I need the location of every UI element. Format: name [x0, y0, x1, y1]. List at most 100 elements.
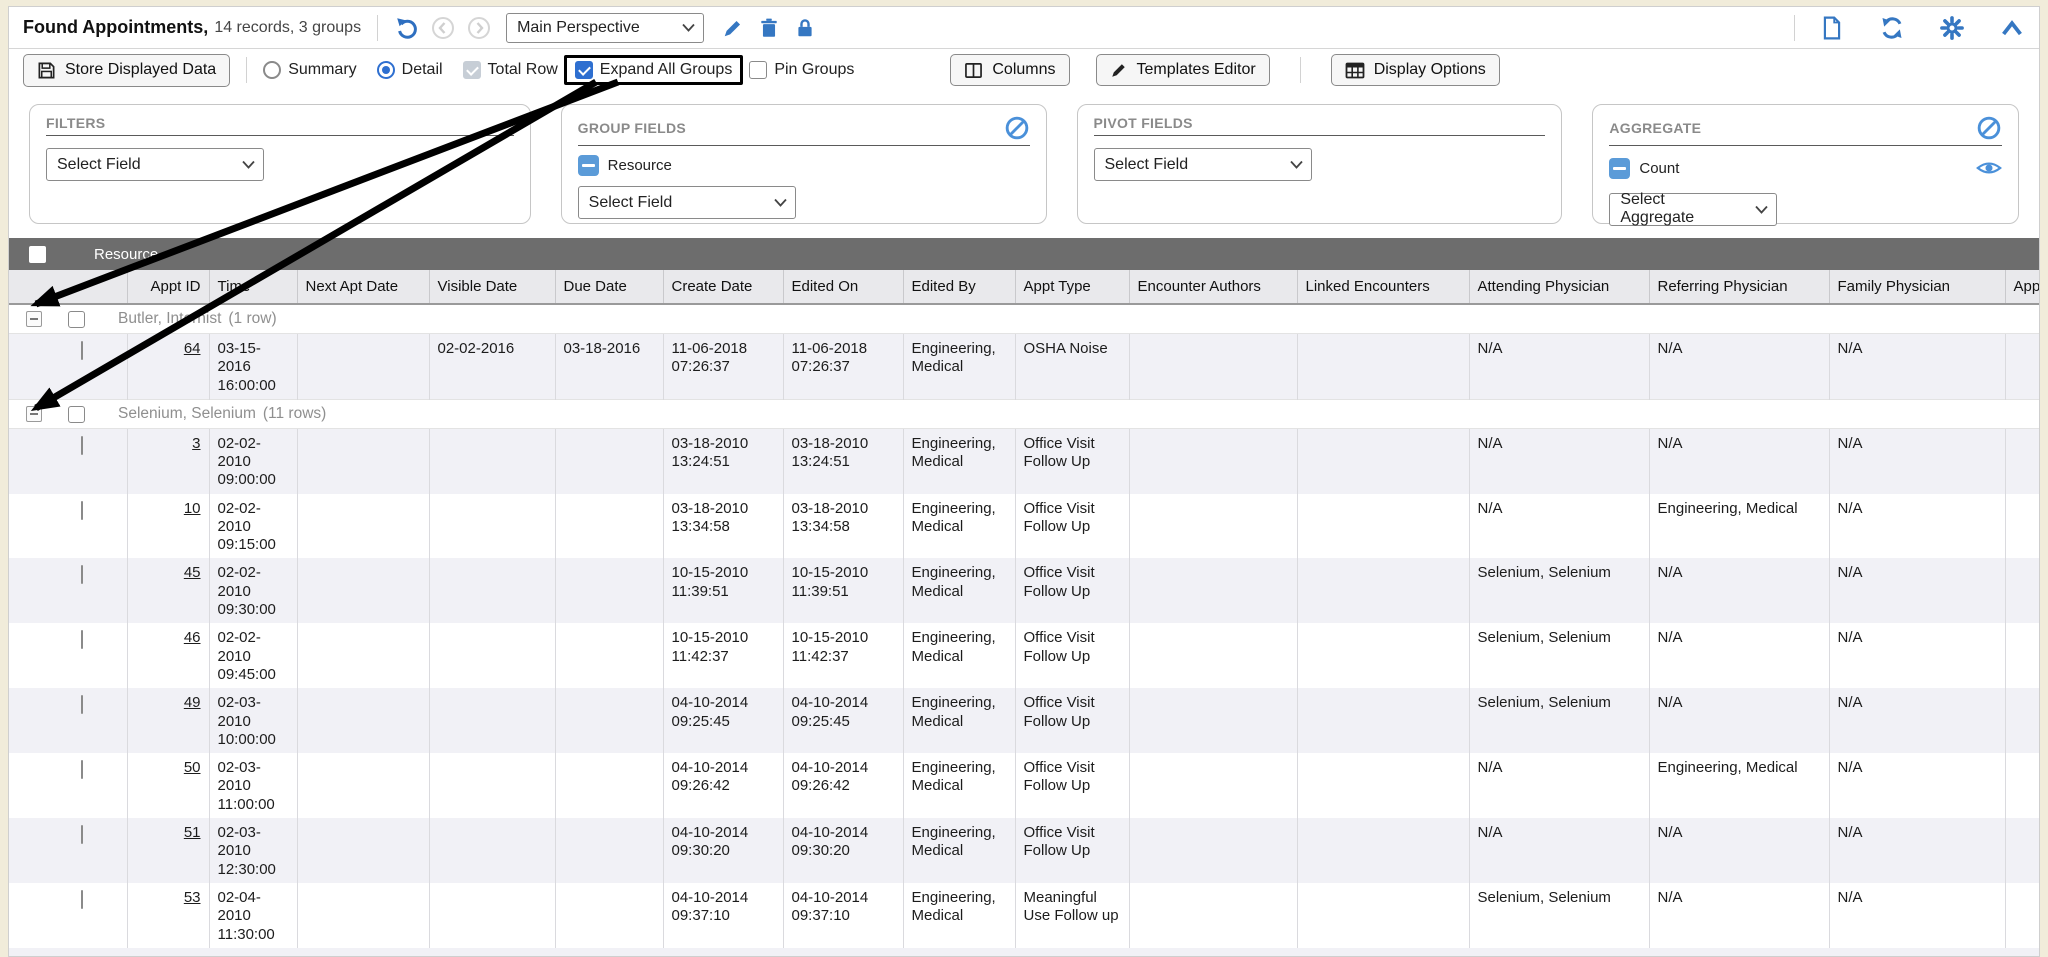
cell-edited-by: Engineering, Medical — [903, 623, 1015, 688]
remove-aggregate-minus-icon[interactable] — [1609, 158, 1630, 179]
column-header-edited-by[interactable]: Edited By — [903, 270, 1015, 304]
new-document-icon[interactable] — [1819, 15, 1845, 41]
row-checkbox[interactable] — [81, 825, 83, 844]
display-options-button[interactable]: Display Options — [1331, 54, 1500, 86]
column-header-referring-physician[interactable]: Referring Physician — [1649, 270, 1829, 304]
group-checkbox[interactable] — [68, 311, 85, 328]
templates-editor-button[interactable]: Templates Editor — [1096, 54, 1270, 86]
filters-select-field[interactable]: Select Field — [46, 148, 264, 181]
aggregate-select[interactable]: Select Aggregate — [1609, 193, 1777, 226]
select-all-checkbox[interactable] — [29, 246, 46, 263]
total-row-checkbox[interactable]: Total Row — [463, 61, 558, 79]
appt-id-link[interactable]: 46 — [184, 629, 201, 646]
appt-id-link[interactable]: 49 — [184, 694, 201, 711]
row-checkbox[interactable] — [81, 501, 83, 520]
row-checkbox[interactable] — [81, 695, 83, 714]
delete-perspective-trash-icon[interactable] — [756, 15, 782, 41]
table-row: 4502-02-2010 09:30:0010-15-2010 11:39:51… — [9, 558, 2040, 623]
row-checkbox[interactable] — [81, 436, 83, 455]
gear-icon[interactable] — [1939, 15, 1965, 41]
row-checkbox[interactable] — [81, 341, 83, 360]
refresh-icon[interactable] — [1879, 15, 1905, 41]
cell-referring-physician: Engineering, Medical — [1649, 753, 1829, 818]
appt-id-link[interactable]: 51 — [184, 824, 201, 841]
top-bar: Found Appointments, 14 records, 3 groups… — [9, 7, 2039, 49]
summary-radio[interactable]: Summary — [263, 61, 356, 79]
group-row: Selenium, Selenium(11 rows) — [9, 399, 2040, 428]
row-checkbox[interactable] — [81, 890, 83, 909]
column-header-next-apt-date[interactable]: Next Apt Date — [297, 270, 429, 304]
column-header-visible-date[interactable]: Visible Date — [429, 270, 555, 304]
group-row-count: (11 rows) — [263, 405, 326, 424]
collapse-group-toggle[interactable] — [26, 406, 42, 422]
cell-attending-physician: Selenium, Selenium — [1469, 688, 1649, 753]
nav-back-icon[interactable] — [430, 15, 456, 41]
cell-visible-date — [429, 818, 555, 883]
cell-encounter-authors — [1129, 494, 1297, 559]
pencil-icon — [1110, 61, 1128, 79]
templates-editor-label: Templates Editor — [1137, 61, 1256, 79]
column-header-create-date[interactable]: Create Date — [663, 270, 783, 304]
collapse-panel-icon[interactable] — [1999, 15, 2025, 41]
column-header-time[interactable]: Time — [209, 270, 297, 304]
column-header-linked-encounters[interactable]: Linked Encounters — [1297, 270, 1469, 304]
appt-id-link[interactable]: 64 — [184, 340, 201, 357]
column-header-appt-id[interactable]: Appt ID — [127, 270, 209, 304]
pivot-fields-select-field[interactable]: Select Field — [1094, 148, 1312, 181]
cell-time: 02-03-2010 10:00:00 — [209, 688, 297, 753]
undo-icon[interactable] — [394, 15, 420, 41]
cell-appt-type: Office Visit Follow Up — [1015, 818, 1129, 883]
column-header-appt-re[interactable]: Appt Re — [2005, 270, 2040, 304]
appt-id-link[interactable]: 3 — [192, 435, 200, 452]
pivot-fields-select-value: Select Field — [1105, 156, 1189, 174]
cell-linked-encounters — [1297, 558, 1469, 623]
clear-group-fields-icon[interactable] — [1004, 115, 1030, 141]
row-checkbox[interactable] — [81, 760, 83, 779]
chevron-down-icon — [774, 198, 787, 207]
aggregate-select-value: Select Aggregate — [1620, 191, 1741, 227]
store-displayed-data-button[interactable]: Store Displayed Data — [23, 54, 230, 87]
remove-field-minus-icon[interactable] — [578, 155, 599, 176]
expand-all-groups-checkbox[interactable]: Expand All Groups — [575, 61, 733, 79]
column-header-encounter-authors[interactable]: Encounter Authors — [1129, 270, 1297, 304]
clear-aggregate-icon[interactable] — [1976, 115, 2002, 141]
pin-groups-checkbox[interactable]: Pin Groups — [749, 61, 854, 79]
group-checkbox[interactable] — [68, 406, 85, 423]
nav-forward-icon[interactable] — [466, 15, 492, 41]
cell-referring-physician: N/A — [1649, 558, 1829, 623]
table-row: 6403-15-2016 16:00:0002-02-201603-18-201… — [9, 333, 2040, 399]
table-row: 4602-02-2010 09:45:0010-15-2010 11:42:37… — [9, 623, 2040, 688]
cell-time: 02-03-2010 11:00:00 — [209, 753, 297, 818]
cell-due-date — [555, 753, 663, 818]
appt-id-link[interactable]: 53 — [184, 889, 201, 906]
cell-edited-by: Engineering, Medical — [903, 558, 1015, 623]
appt-id-link[interactable]: 45 — [184, 564, 201, 581]
appt-id-link[interactable]: 50 — [184, 759, 201, 776]
columns-button[interactable]: Columns — [950, 54, 1069, 86]
cell-due-date: 03-18-2016 — [555, 333, 663, 399]
columns-icon — [964, 62, 983, 79]
select-column-header[interactable] — [9, 270, 127, 304]
cell-attending-physician: Selenium, Selenium — [1469, 558, 1649, 623]
column-header-attending-physician[interactable]: Attending Physician — [1469, 270, 1649, 304]
column-header-due-date[interactable]: Due Date — [555, 270, 663, 304]
detail-radio[interactable]: Detail — [377, 61, 443, 79]
cell-next-apt-date — [297, 818, 429, 883]
row-checkbox[interactable] — [81, 630, 83, 649]
cell-appt-re — [2005, 333, 2040, 399]
column-header-edited-on[interactable]: Edited On — [783, 270, 903, 304]
edit-perspective-pencil-icon[interactable] — [720, 15, 746, 41]
chevron-down-icon — [1290, 160, 1303, 169]
cell-family-physician: N/A — [1829, 428, 2005, 493]
cell-create-date: 10-15-2010 11:42:37 — [663, 623, 783, 688]
group-fields-select-field[interactable]: Select Field — [578, 186, 796, 219]
collapse-group-toggle[interactable] — [26, 311, 42, 327]
lock-perspective-icon[interactable] — [792, 15, 818, 41]
appt-id-link[interactable]: 10 — [184, 500, 201, 517]
perspective-select[interactable]: Main Perspective — [506, 13, 704, 43]
row-checkbox[interactable] — [81, 565, 83, 584]
eye-icon[interactable] — [1976, 155, 2002, 181]
cell-time: 03-15-2016 16:00:00 — [209, 333, 297, 399]
column-header-appt-type[interactable]: Appt Type — [1015, 270, 1129, 304]
column-header-family-physician[interactable]: Family Physician — [1829, 270, 2005, 304]
